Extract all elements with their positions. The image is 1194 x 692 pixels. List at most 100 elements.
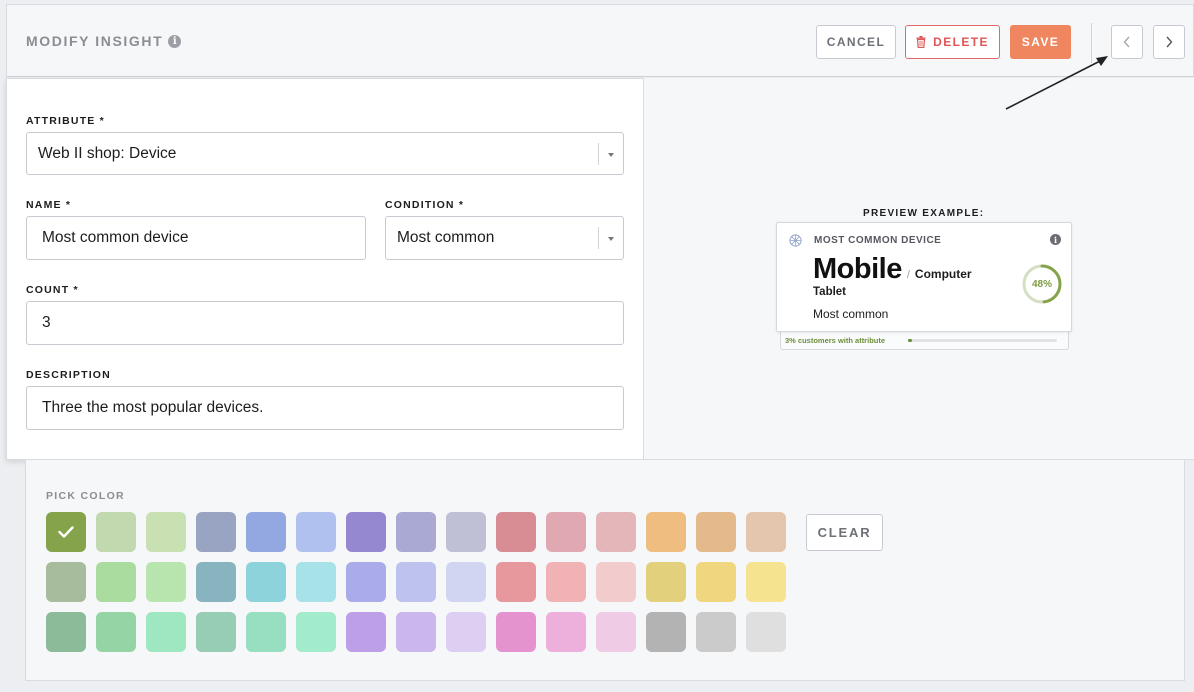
description-value: Three the most popular devices. xyxy=(42,399,264,416)
select-divider xyxy=(598,227,599,249)
condition-select[interactable]: Most common xyxy=(385,216,624,260)
delete-label: DELETE xyxy=(933,35,989,49)
color-swatch[interactable] xyxy=(496,562,536,602)
color-swatch[interactable] xyxy=(46,562,86,602)
primary-value: Mobile xyxy=(813,253,902,285)
color-swatch[interactable] xyxy=(696,612,736,652)
next-button[interactable] xyxy=(1153,25,1185,59)
clear-button[interactable]: CLEAR xyxy=(806,514,883,551)
pick-color-label: PICK COLOR xyxy=(46,490,125,502)
color-swatch[interactable] xyxy=(446,512,486,552)
color-swatch[interactable] xyxy=(346,612,386,652)
attribute-label: ATTRIBUTE * xyxy=(26,115,105,127)
color-swatch[interactable] xyxy=(646,562,686,602)
card-subtitle: Most common xyxy=(813,307,889,321)
color-swatch[interactable] xyxy=(496,512,536,552)
color-swatch[interactable] xyxy=(346,562,386,602)
third-value: Tablet xyxy=(813,286,847,298)
color-swatch[interactable] xyxy=(646,512,686,552)
color-swatch[interactable] xyxy=(696,512,736,552)
cancel-label: CANCEL xyxy=(826,35,886,49)
swatch-grid xyxy=(46,512,786,652)
color-swatch[interactable] xyxy=(396,612,436,652)
color-swatch[interactable] xyxy=(296,562,336,602)
count-value: 3 xyxy=(42,314,51,331)
color-swatch[interactable] xyxy=(246,512,286,552)
color-swatch[interactable] xyxy=(496,612,536,652)
description-label: DESCRIPTION xyxy=(26,369,111,381)
trash-icon xyxy=(916,36,926,48)
color-swatch[interactable] xyxy=(246,612,286,652)
count-label: COUNT * xyxy=(26,284,79,296)
color-swatch[interactable] xyxy=(546,612,586,652)
preview-panel: PREVIEW EXAMPLE: MOST COMMON DEVICE i Mo… xyxy=(644,78,1194,460)
save-label: SAVE xyxy=(1021,35,1060,49)
color-swatch[interactable] xyxy=(46,612,86,652)
color-swatch[interactable] xyxy=(146,512,186,552)
color-swatch[interactable] xyxy=(446,612,486,652)
footer-progress-fill xyxy=(908,339,913,342)
color-swatch[interactable] xyxy=(596,562,636,602)
color-swatch[interactable] xyxy=(746,512,786,552)
name-value: Most common device xyxy=(42,229,189,246)
condition-value: Most common xyxy=(397,229,495,246)
count-field[interactable]: 3 xyxy=(26,301,624,345)
caret-down-icon xyxy=(608,153,614,157)
card-values: Mobile / Computer xyxy=(813,253,972,286)
color-swatch[interactable] xyxy=(96,512,136,552)
color-swatch[interactable] xyxy=(396,562,436,602)
device-icon xyxy=(789,234,802,247)
name-field[interactable]: Most common device xyxy=(26,216,366,260)
color-swatch[interactable] xyxy=(546,512,586,552)
color-swatch[interactable] xyxy=(346,512,386,552)
color-swatch[interactable] xyxy=(246,562,286,602)
percent-text: 48% xyxy=(1031,278,1052,290)
second-value: Computer xyxy=(914,267,972,281)
color-swatch-selected[interactable] xyxy=(46,512,86,552)
description-field[interactable]: Three the most popular devices. xyxy=(26,386,624,430)
color-swatch[interactable] xyxy=(746,612,786,652)
color-swatch[interactable] xyxy=(746,562,786,602)
caret-down-icon xyxy=(608,237,614,241)
color-swatch[interactable] xyxy=(696,562,736,602)
color-swatch[interactable] xyxy=(596,512,636,552)
info-icon[interactable]: i xyxy=(168,34,182,48)
check-icon xyxy=(58,526,74,538)
page-title: MODIFY INSIGHT xyxy=(26,33,164,49)
annotation-arrow xyxy=(1005,56,1108,110)
insight-form: ATTRIBUTE * Web II shop: Device NAME * M… xyxy=(6,78,644,460)
preview-label: PREVIEW EXAMPLE: xyxy=(863,208,985,219)
name-label: NAME * xyxy=(26,199,72,211)
delete-button[interactable]: DELETE xyxy=(905,25,1000,59)
select-divider xyxy=(598,143,599,165)
color-swatch[interactable] xyxy=(196,562,236,602)
cancel-button[interactable]: CANCEL xyxy=(816,25,896,59)
color-swatch[interactable] xyxy=(596,612,636,652)
insight-card: MOST COMMON DEVICE i Mobile / Computer T… xyxy=(776,222,1072,332)
card-footer-text: 3% customers with attribute xyxy=(785,336,886,345)
color-swatch[interactable] xyxy=(296,512,336,552)
clear-label: CLEAR xyxy=(817,525,872,540)
attribute-select[interactable]: Web II shop: Device xyxy=(26,132,624,175)
color-swatch[interactable] xyxy=(546,562,586,602)
color-swatch[interactable] xyxy=(96,612,136,652)
info-icon[interactable]: i xyxy=(1050,234,1061,245)
color-swatch[interactable] xyxy=(96,562,136,602)
color-swatch[interactable] xyxy=(396,512,436,552)
page-title-wrap: MODIFY INSIGHT i xyxy=(26,33,182,49)
color-swatch[interactable] xyxy=(446,562,486,602)
color-swatch[interactable] xyxy=(146,612,186,652)
attribute-value: Web II shop: Device xyxy=(38,144,177,162)
color-swatch[interactable] xyxy=(296,612,336,652)
condition-label: CONDITION * xyxy=(385,199,465,211)
chevron-left-icon xyxy=(1123,36,1130,48)
color-swatch[interactable] xyxy=(146,562,186,602)
chevron-right-icon xyxy=(1166,36,1173,48)
card-title: MOST COMMON DEVICE xyxy=(814,235,942,246)
color-swatch[interactable] xyxy=(196,612,236,652)
color-picker: PICK COLOR CLEAR xyxy=(25,460,1185,681)
color-swatch[interactable] xyxy=(196,512,236,552)
footer-progress-bar xyxy=(908,339,1057,342)
value-separator: / xyxy=(906,269,910,281)
color-swatch[interactable] xyxy=(646,612,686,652)
